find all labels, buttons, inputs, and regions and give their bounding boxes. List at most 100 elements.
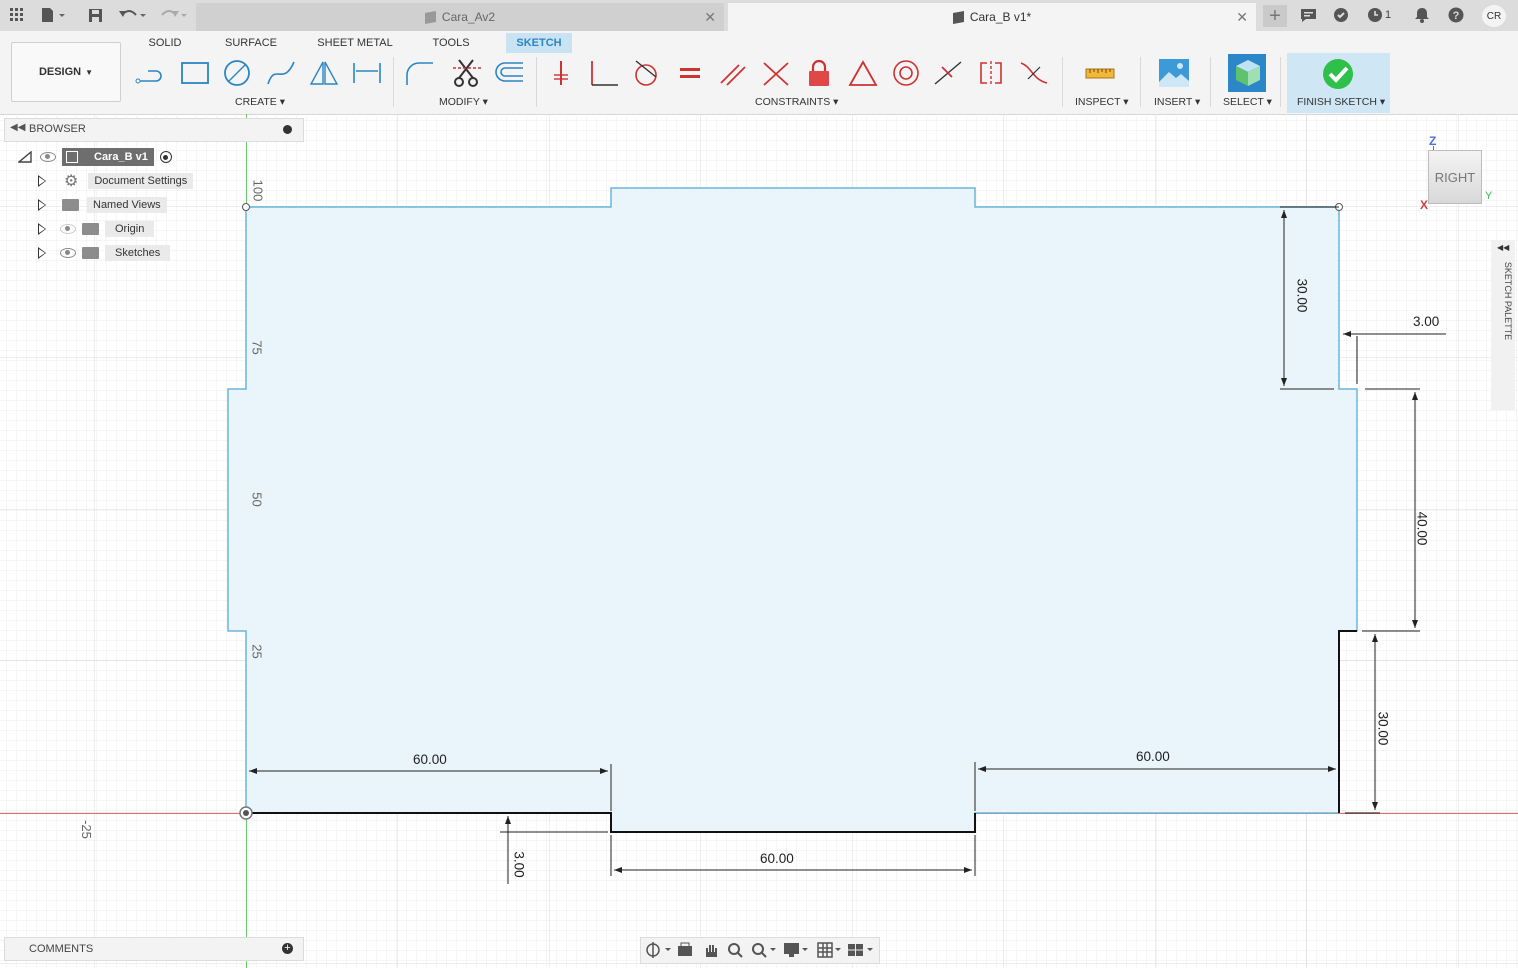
circle-tool-icon[interactable]: [220, 56, 254, 90]
expand-triangle-icon[interactable]: [38, 247, 46, 259]
grid-settings-icon[interactable]: [817, 942, 843, 961]
browser-panel-header[interactable]: ◀◀ BROWSER: [4, 118, 304, 142]
insert-image-icon[interactable]: [1157, 56, 1191, 90]
activate-radio-icon[interactable]: [159, 151, 172, 163]
file-menu-icon[interactable]: [38, 5, 68, 25]
collapse-triangle-icon[interactable]: [18, 151, 32, 163]
constraints-menu[interactable]: CONSTRAINTS ▾: [755, 96, 838, 108]
save-icon[interactable]: [84, 5, 106, 25]
browser-root-item[interactable]: Cara_B v1: [18, 147, 172, 167]
visibility-eye-icon[interactable]: [40, 152, 56, 162]
tangent-constraint-icon[interactable]: [629, 56, 663, 90]
tab-sheet-metal[interactable]: SHEET METAL: [312, 33, 398, 53]
expand-triangle-icon[interactable]: [38, 199, 46, 211]
collinear-constraint-icon[interactable]: [931, 56, 965, 90]
toolbar-divider: [536, 57, 537, 107]
line-tool-icon[interactable]: [134, 56, 168, 90]
viewcube[interactable]: RIGHT: [1428, 150, 1482, 204]
sketch-canvas[interactable]: [0, 114, 1518, 968]
equal-constraint-icon[interactable]: [673, 56, 707, 90]
visibility-eye-icon[interactable]: [60, 248, 76, 258]
sketch-dimension-icon[interactable]: [350, 56, 384, 90]
finish-sketch-button[interactable]: FINISH SKETCH ▾: [1287, 53, 1390, 113]
browser-item-document-settings[interactable]: ⚙ Document Settings: [38, 171, 194, 191]
close-tab-icon[interactable]: ✕: [1236, 9, 1248, 26]
rectangle-tool-icon[interactable]: [178, 56, 212, 90]
bell-icon[interactable]: [1411, 5, 1433, 25]
tab-sketch[interactable]: SKETCH: [506, 33, 572, 53]
expand-palette-icon[interactable]: ◀◀: [1497, 243, 1509, 252]
tab-cara-b-v1[interactable]: Cara_B v1* ✕: [728, 3, 1256, 31]
curvature-constraint-icon[interactable]: [1017, 56, 1051, 90]
midpoint-constraint-icon[interactable]: [846, 56, 880, 90]
app-grid-icon[interactable]: [6, 5, 28, 25]
concentric-constraint-icon[interactable]: [889, 56, 923, 90]
inspect-menu[interactable]: INSPECT ▾: [1075, 96, 1129, 108]
add-comment-icon[interactable]: +: [282, 943, 293, 954]
browser-item-sketches[interactable]: Sketches: [38, 243, 171, 263]
create-menu[interactable]: CREATE ▾: [235, 96, 285, 108]
parallel-constraint-icon[interactable]: [716, 56, 750, 90]
design-workspace-button[interactable]: DESIGN ▼: [11, 42, 121, 102]
tab-solid[interactable]: SOLID: [140, 33, 190, 53]
new-tab-plus-icon[interactable]: +: [1263, 5, 1287, 27]
collapse-browser-icon[interactable]: ◀◀: [10, 122, 25, 133]
browser-title: BROWSER: [29, 123, 86, 135]
measure-ruler-icon[interactable]: [1083, 56, 1117, 90]
pan-hand-icon[interactable]: [703, 942, 719, 961]
horizontal-vertical-constraint-icon[interactable]: [544, 56, 578, 90]
dim-top-right-height[interactable]: 30.00: [1294, 279, 1309, 313]
title-bar: Cara_Av2 ✕ Cara_B v1* ✕ + 1 ? CR: [0, 0, 1518, 31]
dim-bottom-left-width[interactable]: 60.00: [413, 752, 447, 767]
browser-options-icon[interactable]: [283, 125, 292, 134]
coincident-constraint-icon[interactable]: [587, 56, 621, 90]
dim-right-offset[interactable]: 3.00: [1413, 314, 1439, 329]
spline-tool-icon[interactable]: [264, 56, 298, 90]
comments-panel[interactable]: COMMENTS +: [4, 937, 304, 961]
tab-surface[interactable]: SURFACE: [222, 33, 280, 53]
tab-tools[interactable]: TOOLS: [424, 33, 478, 53]
dim-right-bottom-height[interactable]: 30.00: [1375, 712, 1390, 746]
offset-tool-icon[interactable]: [492, 56, 526, 90]
select-menu[interactable]: SELECT ▾: [1223, 96, 1272, 108]
close-tab-icon[interactable]: ✕: [704, 9, 716, 26]
dim-bottom-center-width[interactable]: 60.00: [760, 851, 794, 866]
mirror-tool-icon[interactable]: [307, 56, 341, 90]
expand-triangle-icon[interactable]: [38, 175, 46, 187]
display-settings-icon[interactable]: [783, 942, 809, 961]
look-at-icon[interactable]: [677, 942, 693, 961]
browser-item-label: Named Views: [87, 197, 167, 213]
symmetry-constraint-icon[interactable]: [974, 56, 1008, 90]
help-icon[interactable]: ?: [1445, 5, 1467, 25]
trim-tool-icon[interactable]: [450, 56, 484, 90]
fix-lock-constraint-icon[interactable]: [802, 56, 836, 90]
clock-icon[interactable]: 1: [1364, 5, 1394, 25]
user-avatar[interactable]: CR: [1482, 5, 1506, 27]
expand-triangle-icon[interactable]: [38, 223, 46, 235]
dim-bottom-offset[interactable]: 3.00: [512, 851, 527, 877]
modify-menu[interactable]: MODIFY ▾: [439, 96, 488, 108]
insert-menu[interactable]: INSERT ▾: [1154, 96, 1200, 108]
hidden-eye-icon[interactable]: [60, 224, 76, 234]
undo-icon[interactable]: [116, 5, 150, 25]
select-box-icon[interactable]: [1228, 54, 1266, 92]
job-status-icon[interactable]: [1330, 5, 1352, 25]
redo-icon[interactable]: [156, 5, 190, 25]
sketch-point: [242, 203, 250, 211]
zoom-icon[interactable]: [727, 942, 743, 961]
dim-bottom-right-width[interactable]: 60.00: [1136, 749, 1170, 764]
ruler-label: 100: [250, 179, 266, 202]
viewports-icon[interactable]: [847, 942, 875, 961]
orbit-icon[interactable]: [645, 942, 671, 961]
perpendicular-constraint-icon[interactable]: [759, 56, 793, 90]
toolbar-divider: [393, 57, 394, 107]
browser-item-origin[interactable]: Origin: [38, 219, 155, 239]
fit-zoom-icon[interactable]: [751, 942, 777, 961]
browser-item-named-views[interactable]: Named Views: [38, 195, 167, 215]
sketch-palette-tab[interactable]: ◀◀ SKETCH PALETTE: [1491, 240, 1515, 410]
tab-cara-av2[interactable]: Cara_Av2 ✕: [196, 3, 724, 31]
dim-right-mid-height[interactable]: 40.00: [1414, 512, 1429, 546]
component-root-label[interactable]: Cara_B v1: [62, 148, 154, 166]
fillet-tool-icon[interactable]: [403, 56, 437, 90]
chat-icon[interactable]: [1297, 5, 1319, 25]
